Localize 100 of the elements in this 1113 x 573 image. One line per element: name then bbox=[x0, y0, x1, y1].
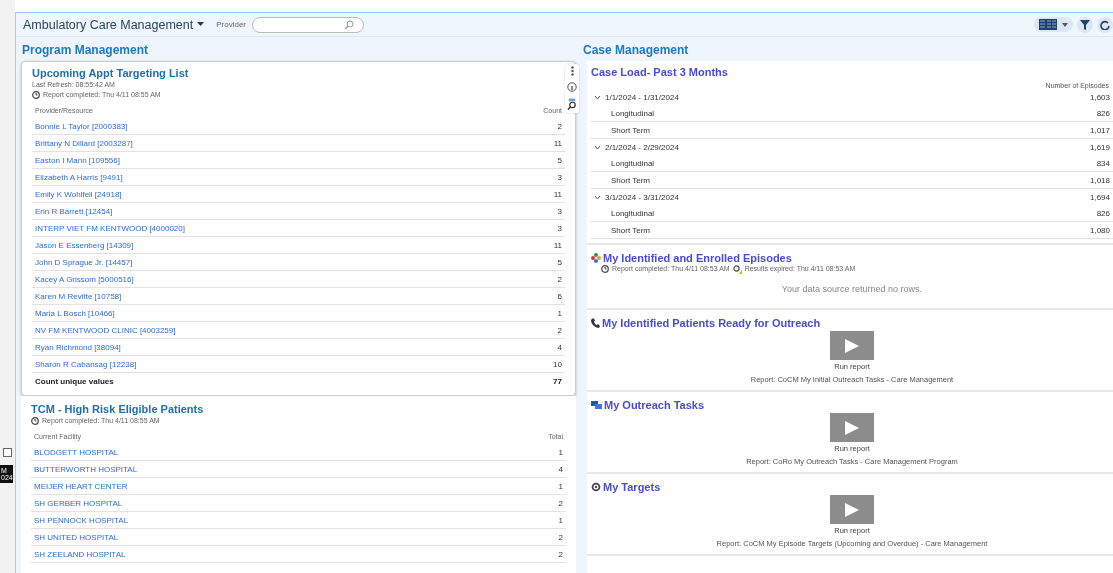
provider-link[interactable]: Emily K Wohlfeil [24918] bbox=[35, 189, 122, 199]
table-cell: 3 bbox=[557, 206, 562, 216]
clock-icon bbox=[31, 417, 39, 425]
table-cell: 834 bbox=[1096, 158, 1110, 168]
search-icon bbox=[344, 19, 355, 30]
refresh-button[interactable] bbox=[1097, 16, 1113, 33]
table-cell: 3 bbox=[557, 223, 562, 233]
provider-link[interactable]: Easton I Mann [109556] bbox=[35, 155, 120, 165]
facility-link[interactable]: BLODGETT HOSPITAL bbox=[34, 447, 119, 457]
provider-link[interactable]: Brittany N Dillard [2003287] bbox=[35, 138, 133, 148]
table-cell: 1,018 bbox=[1089, 175, 1110, 185]
chevron-down-icon[interactable] bbox=[594, 193, 601, 201]
table-cell: Short Term bbox=[611, 125, 650, 135]
table-cell: Short Term bbox=[611, 225, 650, 235]
provider-search-field[interactable] bbox=[252, 16, 365, 33]
chevron-down-icon[interactable] bbox=[594, 143, 601, 151]
table-cell: 1 bbox=[558, 515, 563, 525]
report-title[interactable]: My Targets bbox=[603, 481, 661, 493]
phone-icon bbox=[591, 318, 600, 328]
report-title[interactable]: Upcoming Appt Targeting List bbox=[32, 67, 565, 79]
table-cell: 826 bbox=[1096, 208, 1110, 218]
table-cell: Longitudinal bbox=[611, 158, 655, 168]
clock-icon bbox=[601, 265, 609, 273]
run-report-button[interactable] bbox=[830, 495, 874, 524]
play-icon bbox=[845, 502, 859, 517]
table-cell: 10 bbox=[553, 359, 562, 369]
run-report-button[interactable] bbox=[830, 413, 874, 442]
provider-link[interactable]: Bonnie L Taylor [2000383] bbox=[35, 121, 128, 131]
provider-link[interactable]: INTERP VIET FM KENTWOOD [4000020] bbox=[35, 223, 185, 233]
layout-button[interactable] bbox=[1034, 17, 1073, 32]
caret-icon bbox=[197, 22, 205, 27]
provider-link[interactable]: John D Sprague Jr. [14457] bbox=[35, 257, 133, 267]
table-cell: 2 bbox=[557, 274, 562, 284]
facility-link[interactable]: BUTTERWORTH HOSPITAL bbox=[34, 464, 138, 474]
empty-message: Your data source returned no rows. bbox=[780, 283, 924, 296]
filter-icon bbox=[1080, 19, 1090, 30]
target-icon bbox=[591, 482, 601, 492]
search-button[interactable] bbox=[567, 98, 577, 111]
table-cell: 1,619 bbox=[1089, 142, 1110, 152]
app-title-dropdown[interactable]: Ambulatory Care Management bbox=[23, 17, 205, 32]
caret-icon bbox=[1062, 22, 1068, 27]
provider-link[interactable]: Erin R Barrett [12454] bbox=[35, 206, 113, 216]
table-cell: Longitudinal bbox=[611, 208, 655, 218]
table-cell: 1 bbox=[558, 447, 563, 457]
provider-link[interactable]: Kacey A Grissom [5000516] bbox=[35, 274, 134, 284]
table-cell: 4 bbox=[558, 464, 563, 474]
report-title[interactable]: My Outreach Tasks bbox=[604, 399, 705, 411]
table-cell: 2 bbox=[558, 498, 563, 508]
provider-link[interactable]: Sharon R Cabansag [12238] bbox=[35, 359, 137, 369]
play-icon bbox=[845, 420, 859, 435]
total-value: 77 bbox=[553, 377, 562, 386]
provider-link[interactable]: NV FM KENTWOOD CLINIC [4003259] bbox=[35, 325, 176, 335]
play-icon bbox=[845, 338, 859, 353]
report-title[interactable]: Case Load- Past 3 Months bbox=[591, 66, 1113, 78]
table-cell: 2 bbox=[557, 121, 562, 131]
table-cell: 1 bbox=[557, 308, 562, 318]
provider-link[interactable]: Ryan Richmond [38094] bbox=[35, 342, 121, 352]
report-title[interactable]: My Identified Patients Ready for Outreach bbox=[602, 317, 821, 329]
dropdown-button[interactable] bbox=[3, 448, 12, 457]
table-cell: Short Term bbox=[611, 175, 650, 185]
table-cell: 3 bbox=[557, 172, 562, 182]
provider-link[interactable]: Karen M Revitte [10758] bbox=[35, 291, 122, 301]
filter-button[interactable] bbox=[1077, 16, 1093, 33]
warning-search-icon bbox=[732, 264, 742, 274]
diamond-dots-icon bbox=[591, 253, 601, 263]
provider-label: Provider bbox=[216, 20, 247, 29]
provider-link[interactable]: Elizabeth A Harris [9491] bbox=[35, 172, 123, 182]
provider-link[interactable]: Jason E Essenberg [14309] bbox=[35, 240, 134, 250]
table-cell: 6 bbox=[557, 291, 562, 301]
grid-icon bbox=[1039, 19, 1057, 30]
table-cell: 4 bbox=[557, 342, 562, 352]
info-button[interactable] bbox=[567, 82, 577, 92]
facility-link[interactable]: SH ZEELAND HOSPITAL bbox=[34, 549, 126, 559]
period-label: 1/1/2024 - 1/31/2024 bbox=[605, 92, 679, 102]
table-cell: 11 bbox=[553, 240, 562, 250]
chevron-down-icon[interactable] bbox=[594, 93, 601, 101]
table-cell: 1,080 bbox=[1089, 225, 1110, 235]
table-cell: 2 bbox=[558, 532, 563, 542]
table-cell: Longitudinal bbox=[611, 108, 655, 118]
table-cell: 1,603 bbox=[1089, 92, 1110, 102]
period-label: 2/1/2024 - 2/29/2024 bbox=[605, 142, 679, 152]
table-cell: 5 bbox=[557, 257, 562, 267]
facility-link[interactable]: MEIJER HEART CENTER bbox=[34, 481, 128, 491]
chat-icon bbox=[591, 400, 602, 410]
facility-link[interactable]: SH PENNOCK HOSPITAL bbox=[34, 515, 129, 525]
period-label: 3/1/2024 - 3/31/2024 bbox=[605, 192, 679, 202]
table-cell: 5 bbox=[557, 155, 562, 165]
table-cell: 2 bbox=[557, 325, 562, 335]
table-cell: 2 bbox=[558, 549, 563, 559]
report-title[interactable]: My Identified and Enrolled Episodes bbox=[603, 252, 792, 264]
facility-link[interactable]: SH GERBER HOSPITAL bbox=[34, 498, 123, 508]
total-label: Count unique values bbox=[35, 377, 114, 386]
provider-link[interactable]: Maria L Bosch [10466] bbox=[35, 308, 115, 318]
facility-link[interactable]: SH UNITED HOSPITAL bbox=[34, 532, 119, 542]
table-cell: 1 bbox=[558, 481, 563, 491]
section-heading: Program Management bbox=[22, 43, 150, 57]
table-cell: 1,017 bbox=[1089, 125, 1110, 135]
report-title[interactable]: TCM - High Risk Eligible Patients bbox=[31, 403, 566, 415]
run-report-button[interactable] bbox=[830, 331, 874, 360]
table-cell: 11 bbox=[553, 138, 562, 148]
